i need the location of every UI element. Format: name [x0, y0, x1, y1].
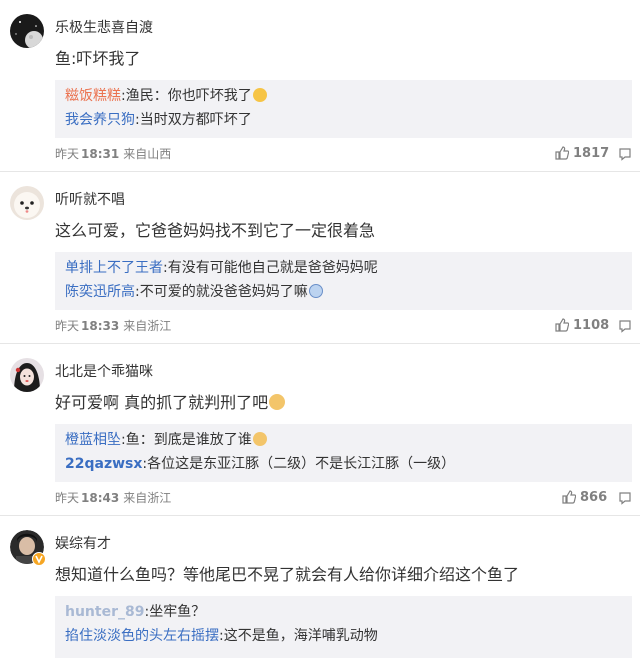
reply-username[interactable]: 掐住淡淡色的头左右摇摆: [65, 628, 219, 644]
reply-box: hunter_89:坐牢鱼？ 掐住淡淡色的头左右摇摆:这不是鱼，海洋哺乳动物: [55, 596, 632, 658]
emoji-icon: [269, 394, 286, 410]
comment-date: 昨天: [55, 491, 80, 505]
like-count: 866: [580, 490, 608, 505]
reply-text: 有没有可能他自己就是爸爸妈妈呢: [167, 260, 378, 276]
like-button[interactable]: 1108: [555, 318, 609, 334]
comment-feed: 乐极生悲喜自渡 鱼:吓坏我了 糍饭糕糕:渔民：你也吓坏我了 我会养只狗:当时双方…: [0, 0, 640, 662]
reply-username[interactable]: 我会养只狗: [65, 112, 135, 128]
divider: [0, 515, 640, 516]
reply-box: 橙蓝相坠:鱼：到底是谁放了谁 22qazwsx:各位这是东亚江豚（二级）不是长江…: [55, 424, 632, 482]
reply-item: hunter_89:坐牢鱼？: [65, 604, 206, 620]
like-count: 1817: [573, 146, 610, 161]
comment-time: 18:33: [81, 319, 120, 333]
comment-time: 18:31: [81, 147, 120, 161]
avatar[interactable]: [10, 14, 44, 48]
reply-text: 坐牢鱼？: [149, 604, 206, 620]
reply-text: 不可爱的就没爸爸妈妈了嘛: [139, 284, 308, 300]
comment-text: 这么可爱，它爸爸妈妈找不到它了一定很着急: [55, 221, 376, 240]
reply-item: 糍饭糕糕:渔民：你也吓坏我了: [65, 86, 267, 106]
emoji-icon: [252, 88, 267, 102]
reply-item: 陈奕迅所高:不可爱的就没爸爸妈妈了嘛: [65, 282, 323, 302]
comment-username[interactable]: 北北是个乖猫咪: [55, 363, 153, 381]
reply-username[interactable]: 陈奕迅所高: [65, 284, 135, 300]
avatar[interactable]: [10, 530, 46, 566]
thumbs-up-icon: [555, 318, 570, 332]
like-button[interactable]: 1817: [555, 146, 609, 162]
like-button[interactable]: 866: [562, 490, 607, 506]
emoji-icon: [252, 432, 267, 446]
comment-bubble-icon: [619, 148, 631, 161]
comment-text-line: 好可爱啊 真的抓了就判刑了吧: [55, 392, 286, 414]
avatar[interactable]: [10, 186, 44, 220]
verified-badge-icon: [32, 552, 46, 566]
avatar[interactable]: [10, 358, 44, 392]
comment-username[interactable]: 乐极生悲喜自渡: [55, 19, 153, 37]
comment-bubble-icon: [619, 320, 631, 333]
reply-item: 单排上不了王者:有没有可能他自己就是爸爸妈妈呢: [65, 260, 378, 276]
reply-username[interactable]: 糍饭糕糕: [65, 88, 121, 104]
comment-meta: 昨天 18:33 来自浙江: [55, 318, 171, 334]
reply-username[interactable]: 单排上不了王者: [65, 260, 163, 276]
comment-username[interactable]: 娱综有才: [55, 535, 111, 553]
comment-date: 昨天: [55, 319, 80, 333]
comment-meta: 昨天 18:31 来自山西: [55, 146, 171, 162]
reply-item: 橙蓝相坠:鱼：到底是谁放了谁: [65, 430, 267, 450]
reply-username[interactable]: hunter_89: [65, 604, 144, 620]
reply-button[interactable]: [618, 490, 632, 509]
reply-item: 我会养只狗:当时双方都吓坏了: [65, 112, 252, 128]
comment-source: 来自山西: [123, 147, 172, 161]
comment-text: 想知道什么鱼吗？等他尾巴不晃了就会有人给你详细介绍这个鱼了: [55, 565, 520, 584]
comment-bubble-icon: [619, 492, 631, 505]
thumbs-up-icon: [562, 490, 577, 504]
reply-text: 各位这是东亚江豚（二级）不是长江江豚（一级）: [147, 456, 456, 472]
divider: [0, 343, 640, 344]
reply-item: 掐住淡淡色的头左右摇摆:这不是鱼，海洋哺乳动物: [65, 628, 378, 644]
comment-source: 来自浙江: [123, 319, 172, 333]
reply-text: 鱼：到底是谁放了谁: [125, 432, 252, 448]
reply-text: 渔民：你也吓坏我了: [125, 88, 252, 104]
divider: [0, 171, 640, 172]
comment-time: 18:43: [81, 491, 120, 505]
reply-text: 当时双方都吓坏了: [139, 112, 252, 128]
thumbs-up-icon: [555, 146, 570, 160]
like-count: 1108: [573, 318, 610, 333]
reply-text: 这不是鱼，海洋哺乳动物: [223, 628, 378, 644]
comment-source: 来自浙江: [123, 491, 172, 505]
comment-meta: 昨天 18:43 来自浙江: [55, 490, 171, 506]
comment-text: 鱼:吓坏我了: [55, 49, 141, 68]
reply-button[interactable]: [618, 318, 632, 337]
reply-button[interactable]: [618, 146, 632, 165]
comment-username[interactable]: 听听就不唱: [55, 191, 125, 209]
reply-box: 单排上不了王者:有没有可能他自己就是爸爸妈妈呢 陈奕迅所高:不可爱的就没爸爸妈妈…: [55, 252, 632, 310]
reply-item: 22qazwsx:各位这是东亚江豚（二级）不是长江江豚（一级）: [65, 456, 456, 472]
reply-username[interactable]: 橙蓝相坠: [65, 432, 121, 448]
reply-box: 糍饭糕糕:渔民：你也吓坏我了 我会养只狗:当时双方都吓坏了: [55, 80, 632, 138]
comment-text: 好可爱啊 真的抓了就判刑了吧: [55, 393, 269, 412]
emoji-icon: [308, 284, 323, 298]
comment-date: 昨天: [55, 147, 80, 161]
reply-username[interactable]: 22qazwsx: [65, 456, 142, 472]
